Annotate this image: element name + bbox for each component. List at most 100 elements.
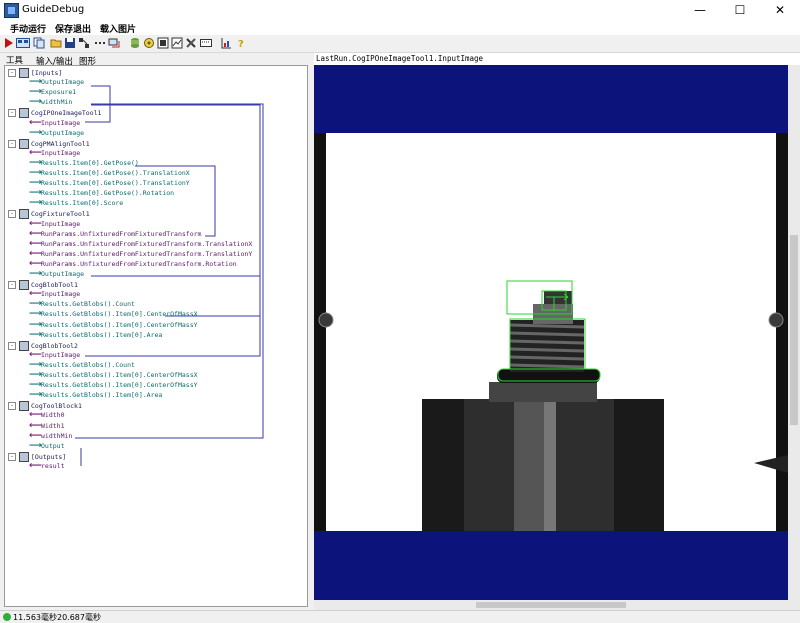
toolbar: ? bbox=[0, 35, 800, 53]
tree-output[interactable]: ⟶OutputImage bbox=[29, 78, 84, 87]
tree-output[interactable]: ⟶Results.Item[0].GetPose().TranslationY bbox=[29, 179, 190, 188]
tree-output[interactable]: ⟶Results.GetBlobs().Item[0].Area bbox=[29, 391, 162, 400]
tree-item-label: Results.GetBlobs().Item[0].CenterOfMassX bbox=[41, 371, 198, 379]
minimize-button[interactable]: — bbox=[680, 0, 720, 20]
tree-item-label: InputImage bbox=[41, 148, 81, 157]
tree-output[interactable]: ⟶Exposure1 bbox=[29, 88, 76, 97]
tree-output[interactable]: ⟶Results.Item[0].GetPose() bbox=[29, 158, 139, 168]
tool-icon bbox=[19, 68, 29, 78]
output-arrow-icon: ⟶ bbox=[29, 188, 42, 199]
expander-icon[interactable]: - bbox=[8, 281, 16, 290]
run-icon[interactable] bbox=[3, 37, 15, 49]
tree-output[interactable]: ⟶Results.GetBlobs().Item[0].CenterOfMass… bbox=[29, 310, 198, 319]
tree-output[interactable]: ⟶Results.GetBlobs().Item[0].CenterOfMass… bbox=[29, 381, 198, 390]
settings-icon[interactable] bbox=[143, 37, 155, 49]
tree-node[interactable]: - CogToolBlock1 bbox=[8, 401, 82, 412]
dots-icon[interactable] bbox=[94, 37, 106, 49]
tree-item-label: CogIPOneImageTool1 bbox=[31, 109, 102, 118]
help-icon[interactable]: ? bbox=[235, 37, 247, 49]
menu-manual-run[interactable]: 手动运行 bbox=[10, 22, 46, 35]
tree-output[interactable]: ⟶Results.GetBlobs().Item[0].CenterOfMass… bbox=[29, 371, 198, 380]
chart-icon[interactable] bbox=[171, 37, 183, 49]
tree-item-label: Results.Item[0].GetPose() bbox=[41, 158, 139, 167]
database-icon[interactable] bbox=[129, 37, 141, 49]
vertical-scroll-thumb[interactable] bbox=[790, 235, 798, 425]
close-button[interactable]: ✕ bbox=[760, 0, 800, 20]
tree-input[interactable]: ⟵RunParams.UnfixturedFromFixturedTransfo… bbox=[29, 249, 253, 259]
input-arrow-icon: ⟵ bbox=[29, 238, 42, 249]
tree-item-label: CogBlobTool1 bbox=[31, 281, 78, 290]
tree-item-label: RunParams.UnfixturedFromFixturedTransfor… bbox=[41, 249, 253, 258]
input-arrow-icon: ⟵ bbox=[29, 228, 42, 239]
tree-node[interactable]: - CogBlobTool2 bbox=[8, 340, 78, 351]
output-arrow-icon: ⟶ bbox=[29, 440, 42, 451]
tree-input[interactable]: ⟵InputImage bbox=[29, 148, 81, 158]
expander-icon[interactable]: - bbox=[8, 341, 16, 350]
horizontal-scroll-thumb[interactable] bbox=[476, 602, 626, 608]
tools-icon[interactable] bbox=[185, 37, 197, 49]
maximize-button[interactable]: ☐ bbox=[720, 0, 760, 20]
tree-node[interactable]: - CogBlobTool1 bbox=[8, 280, 78, 291]
menu-load-image[interactable]: 载入图片 bbox=[100, 22, 136, 35]
open-icon[interactable] bbox=[50, 37, 62, 49]
tree-output[interactable]: ⟶OutputImage bbox=[29, 128, 84, 138]
tree-input[interactable]: ⟵result bbox=[29, 461, 64, 471]
tree-input[interactable]: ⟵InputImage bbox=[29, 350, 81, 360]
expander-icon[interactable]: - bbox=[8, 139, 16, 148]
tree-item-label: CogBlobTool2 bbox=[31, 341, 78, 350]
menu-save-exit[interactable]: 保存退出 bbox=[55, 22, 91, 35]
tree-output[interactable]: ⟶Results.GetBlobs().Count bbox=[29, 300, 135, 309]
tree-input[interactable]: ⟵RunParams.UnfixturedFromFixturedTransfo… bbox=[29, 228, 201, 239]
horizontal-scrollbar[interactable] bbox=[314, 600, 800, 610]
status-ok-icon bbox=[3, 613, 11, 621]
tree-node[interactable]: - [Outputs] bbox=[8, 451, 66, 462]
tree-input[interactable]: ⟵InputImage bbox=[29, 219, 80, 229]
tree-input[interactable]: ⟵widthMin bbox=[29, 431, 73, 441]
tree-item-label: Results.GetBlobs().Item[0].Area bbox=[41, 330, 163, 339]
tree-output[interactable]: ⟶Results.GetBlobs().Item[0].CenterOfMass… bbox=[29, 320, 198, 330]
tree-item-label: CogToolBlock1 bbox=[31, 402, 82, 411]
tree-input[interactable]: ⟵Width0 bbox=[29, 411, 64, 420]
tree-item-label: InputImage bbox=[41, 350, 81, 359]
tree-node[interactable]: - CogIPOneImageTool1 bbox=[8, 108, 102, 119]
tree-input[interactable]: ⟵RunParams.UnfixturedFromFixturedTransfo… bbox=[29, 259, 237, 269]
expander-icon[interactable]: - bbox=[8, 452, 16, 461]
tree-item-label: [Inputs] bbox=[31, 69, 63, 77]
tool-tree[interactable]: - [Inputs] ⟶OutputImage ⟶Exposure1 ⟶widthMin… bbox=[4, 65, 308, 607]
save-icon[interactable] bbox=[64, 37, 76, 49]
tree-input[interactable]: ⟵InputImage bbox=[29, 117, 80, 128]
expander-icon[interactable]: - bbox=[8, 402, 16, 411]
output-arrow-icon: ⟶ bbox=[29, 87, 42, 98]
expander-icon[interactable]: - bbox=[8, 210, 16, 219]
copy-icon[interactable] bbox=[33, 37, 45, 49]
tree-output[interactable]: ⟶Results.Item[0].GetPose().Rotation bbox=[29, 189, 174, 198]
grid-icon[interactable] bbox=[16, 37, 30, 49]
tree-output[interactable]: ⟶widthMin bbox=[29, 98, 72, 107]
tree-input[interactable]: ⟵RunParams.UnfixturedFromFixturedTransfo… bbox=[29, 238, 252, 249]
tree-node[interactable]: - CogPMAlignTool1 bbox=[8, 138, 90, 149]
tree-output[interactable]: ⟶Output bbox=[29, 440, 64, 451]
image-display[interactable] bbox=[314, 65, 788, 600]
vertical-scrollbar[interactable] bbox=[788, 65, 800, 600]
tree-output[interactable]: ⟶Results.Item[0].GetPose().TranslationX bbox=[29, 169, 190, 178]
tree-output[interactable]: ⟶Results.GetBlobs().Count bbox=[29, 360, 135, 370]
input-arrow-icon: ⟵ bbox=[29, 117, 42, 128]
output-arrow-icon: ⟶ bbox=[29, 168, 42, 178]
tool-icon bbox=[19, 340, 29, 351]
keyboard-icon[interactable] bbox=[200, 37, 212, 49]
tree-output[interactable]: ⟶Results.Item[0].Score bbox=[29, 199, 123, 208]
tree-item-label: widthMin bbox=[41, 431, 73, 440]
tree-input[interactable]: ⟵Width1 bbox=[29, 421, 64, 431]
ruler-icon[interactable] bbox=[220, 37, 232, 49]
tree-output[interactable]: ⟶Results.GetBlobs().Item[0].Area bbox=[29, 330, 163, 340]
tree-node[interactable]: - [Inputs] bbox=[8, 68, 63, 78]
tree-node[interactable]: - CogFixtureTool1 bbox=[8, 209, 90, 220]
left-tabs: 工具 输入/输出 图形 bbox=[0, 53, 310, 67]
tree-input[interactable]: ⟵InputImage bbox=[29, 290, 80, 299]
tree-output[interactable]: ⟶OutputImage bbox=[29, 270, 84, 279]
expander-icon[interactable]: - bbox=[8, 69, 16, 77]
image-icon[interactable] bbox=[157, 37, 169, 49]
network-icon[interactable] bbox=[78, 37, 90, 49]
expander-icon[interactable]: - bbox=[8, 109, 16, 118]
link-icon[interactable] bbox=[108, 37, 120, 49]
